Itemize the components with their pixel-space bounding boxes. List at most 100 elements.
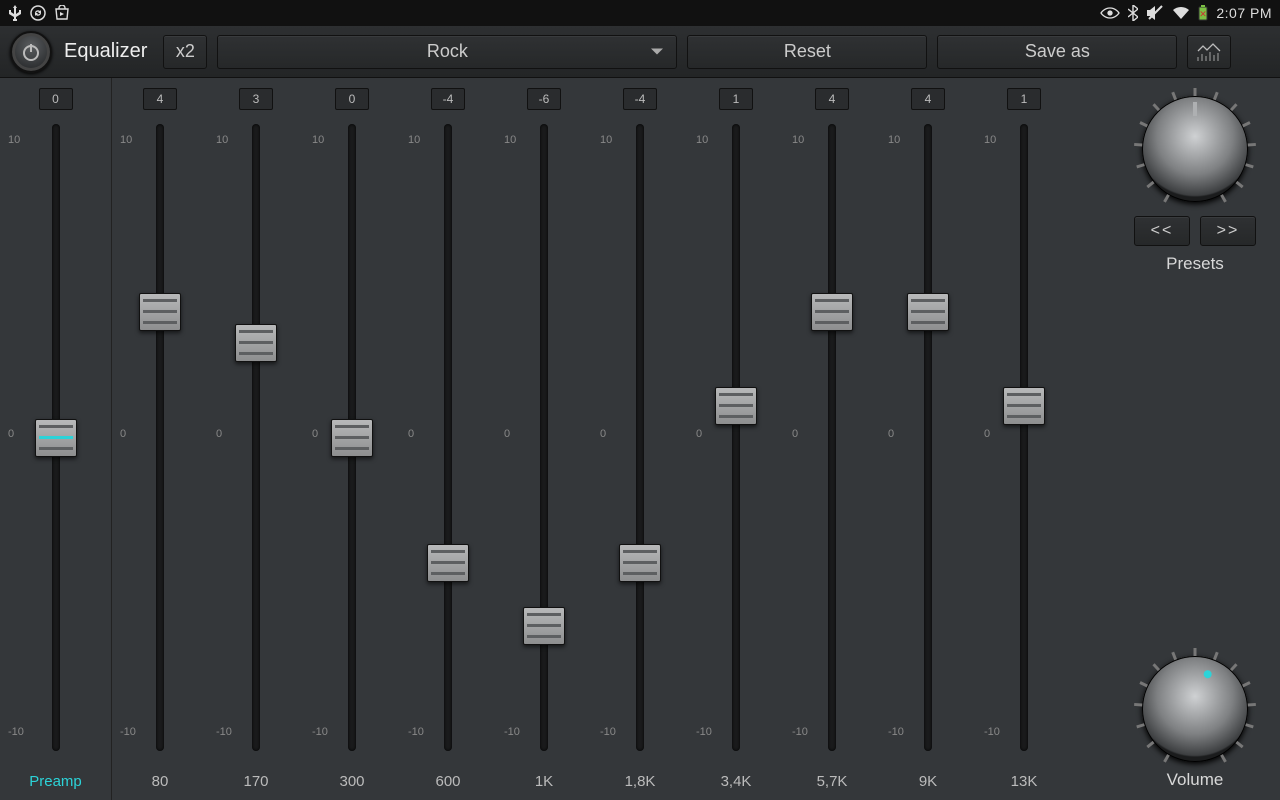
scale-label: 10 — [216, 134, 228, 146]
preset-knob[interactable] — [1142, 96, 1248, 202]
scale-label: 10 — [504, 134, 516, 146]
band-slider[interactable] — [636, 124, 644, 751]
scale-label: 10 — [408, 134, 420, 146]
scale-label: 10 — [120, 134, 132, 146]
band-slider[interactable] — [52, 124, 60, 751]
freq-label: 170 — [243, 773, 268, 790]
graph-view-button[interactable] — [1187, 35, 1231, 69]
scale-label: -10 — [312, 726, 328, 738]
slider-thumb[interactable] — [523, 607, 565, 645]
freq-label: 3,4K — [721, 773, 752, 790]
band-slider[interactable] — [924, 124, 932, 751]
scale-label: 0 — [600, 428, 606, 440]
scale-label: 0 — [792, 428, 798, 440]
app-title: Equalizer — [62, 40, 153, 63]
chevron-down-icon — [650, 41, 664, 62]
android-status-bar: ✕ 2:07 PM — [0, 0, 1280, 26]
band-slider[interactable] — [828, 124, 836, 751]
band-slider[interactable] — [444, 124, 452, 751]
eq-band: 4 10 0 -10 80 — [112, 78, 208, 800]
right-column: << >> Presets Volume — [1110, 78, 1280, 800]
scale-label: 0 — [984, 428, 990, 440]
eq-band: 1100-1013K — [976, 78, 1072, 800]
band-value-box: 1 — [1007, 88, 1041, 110]
freq-label: 80 — [152, 773, 169, 790]
eq-band: -4100-101,8K — [592, 78, 688, 800]
scale-label: 10 — [696, 134, 708, 146]
freq-label: 600 — [435, 773, 460, 790]
presets-label: Presets — [1110, 254, 1280, 274]
scale-label: -10 — [888, 726, 904, 738]
eq-toolbar: Equalizer x2 Rock Reset Save as — [0, 26, 1280, 78]
battery-icon: ✕ — [1198, 5, 1208, 21]
slider-thumb[interactable] — [715, 387, 757, 425]
eq-band: -6100-101K — [496, 78, 592, 800]
band-value-box: 1 — [719, 88, 753, 110]
scale-label: 10 — [792, 134, 804, 146]
band-slider[interactable] — [1020, 124, 1028, 751]
eq-band: 1100-103,4K — [688, 78, 784, 800]
freq-label: 300 — [339, 773, 364, 790]
slider-thumb[interactable] — [1003, 387, 1045, 425]
slider-thumb[interactable] — [907, 293, 949, 331]
freq-label: 1K — [535, 773, 553, 790]
preamp-label: Preamp — [29, 773, 82, 790]
mute-icon — [1146, 5, 1164, 21]
band-value-box: 4 — [911, 88, 945, 110]
scale-label: 10 — [312, 134, 324, 146]
freq-label: 5,7K — [817, 773, 848, 790]
slider-thumb[interactable] — [139, 293, 181, 331]
freq-label: 1,8K — [625, 773, 656, 790]
scale-label: -10 — [120, 726, 136, 738]
preset-next-button[interactable]: >> — [1200, 216, 1256, 246]
eq-band: 0 10 0 -10 300 — [304, 78, 400, 800]
slider-thumb[interactable] — [619, 544, 661, 582]
band-slider[interactable] — [348, 124, 356, 751]
scale-label: 0 — [312, 428, 318, 440]
scale-label: 0 — [408, 428, 414, 440]
eq-band: 3100-10170 — [208, 78, 304, 800]
slider-thumb[interactable] — [811, 293, 853, 331]
play-store-icon — [54, 5, 70, 21]
band-value-box: 4 — [143, 88, 177, 110]
reset-button[interactable]: Reset — [687, 35, 927, 69]
scale-label: 0 — [696, 428, 702, 440]
band-slider[interactable] — [540, 124, 548, 751]
slider-thumb[interactable] — [427, 544, 469, 582]
saveas-button[interactable]: Save as — [937, 35, 1177, 69]
eq-bands: 0100-10Preamp4100-10803100-101700100-103… — [0, 78, 1110, 800]
eq-band: 4100-109K — [880, 78, 976, 800]
scale-label: 0 — [504, 428, 510, 440]
usb-icon — [8, 5, 22, 21]
band-value-box: 0 — [39, 88, 73, 110]
scale-label: -10 — [792, 726, 808, 738]
freq-label: 13K — [1011, 773, 1038, 790]
slider-thumb[interactable] — [331, 419, 373, 457]
eq-band: 4100-105,7K — [784, 78, 880, 800]
multiplier-button[interactable]: x2 — [163, 35, 207, 69]
bluetooth-icon — [1128, 5, 1138, 21]
band-slider[interactable] — [252, 124, 260, 751]
scale-label: -10 — [600, 726, 616, 738]
volume-knob[interactable] — [1142, 656, 1248, 762]
scale-label: -10 — [408, 726, 424, 738]
preset-select[interactable]: Rock — [217, 35, 677, 69]
freq-label: 9K — [919, 773, 937, 790]
preamp-band: 0100-10Preamp — [0, 78, 112, 800]
scale-label: 0 — [120, 428, 126, 440]
band-value-box: 0 — [335, 88, 369, 110]
power-button[interactable] — [10, 31, 52, 73]
band-value-box: -4 — [431, 88, 465, 110]
band-slider[interactable] — [732, 124, 740, 751]
svg-text:✕: ✕ — [1200, 9, 1208, 19]
scale-label: 10 — [600, 134, 612, 146]
band-slider[interactable] — [156, 124, 164, 751]
slider-thumb[interactable] — [235, 324, 277, 362]
clock: 2:07 PM — [1216, 5, 1272, 21]
scale-label: 0 — [216, 428, 222, 440]
slider-thumb[interactable] — [35, 419, 77, 457]
band-value-box: 3 — [239, 88, 273, 110]
eq-band: -4 10 0 -10 600 — [400, 78, 496, 800]
preset-select-label: Rock — [427, 41, 468, 62]
preset-prev-button[interactable]: << — [1134, 216, 1190, 246]
